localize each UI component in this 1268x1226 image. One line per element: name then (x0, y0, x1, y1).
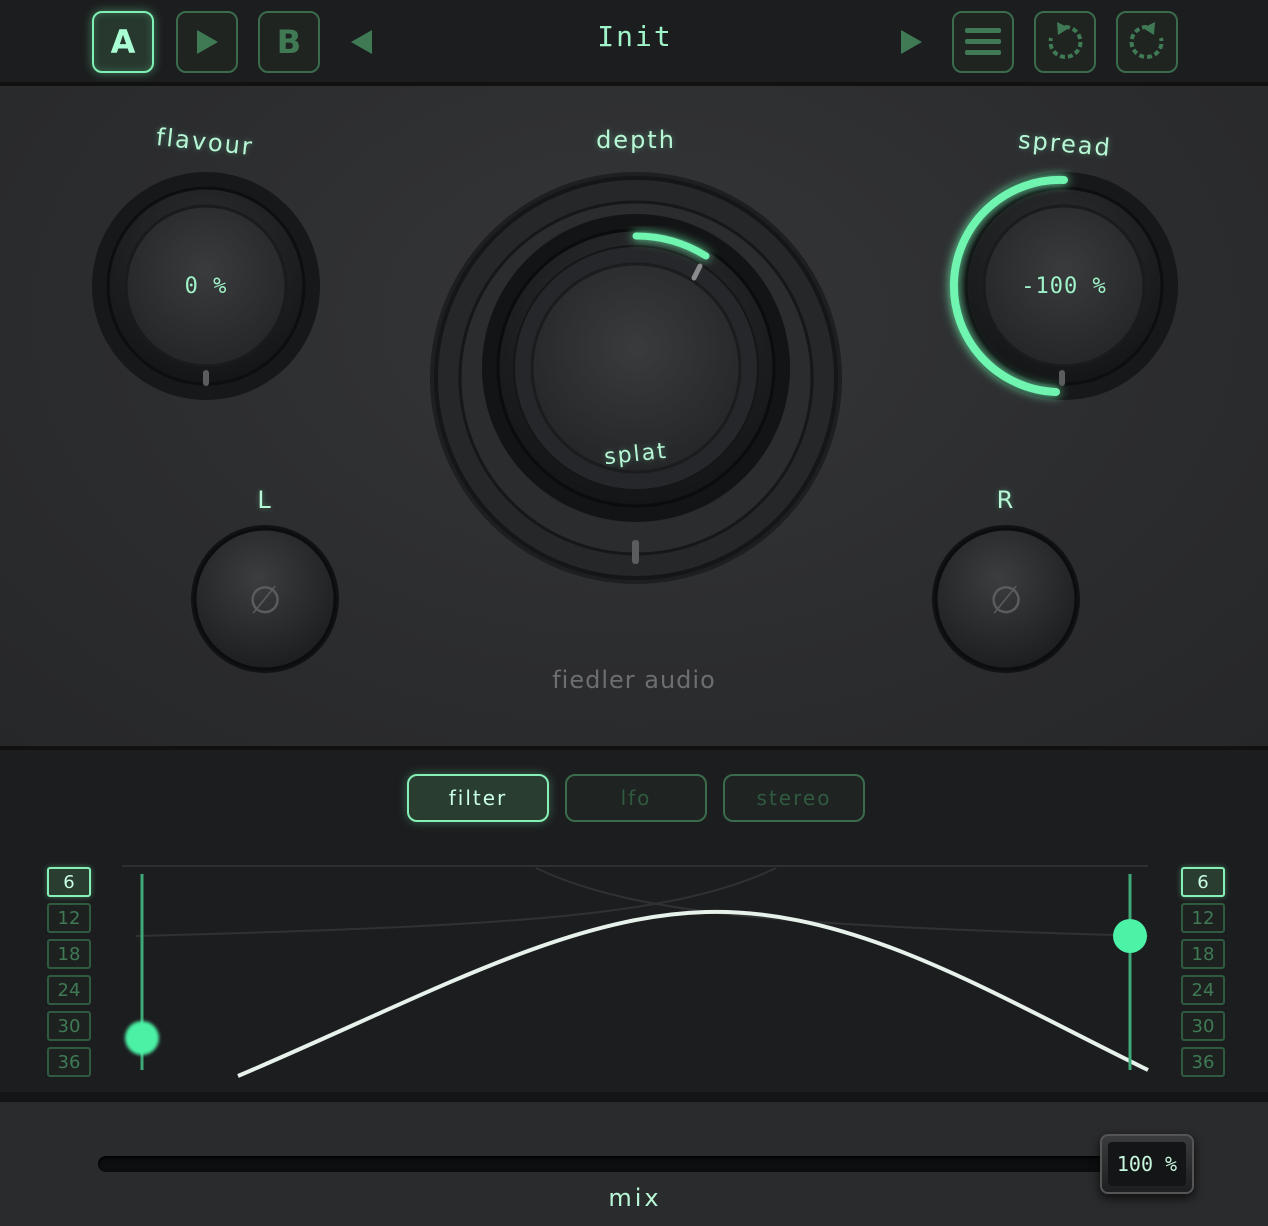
left-slope-24[interactable]: 24 (47, 975, 91, 1005)
left-slope-30[interactable]: 30 (47, 1011, 91, 1041)
tab-filter[interactable]: filter (407, 774, 549, 822)
left-channel-label: L (257, 486, 273, 514)
copy-a-to-b-button[interactable] (176, 11, 238, 73)
filter-curve-display[interactable] (96, 856, 1176, 1088)
slot-b-button[interactable]: B (258, 11, 320, 73)
phase-invert-icon-left: ∅ (248, 578, 282, 622)
redo-button[interactable] (1116, 11, 1178, 73)
right-slope-18[interactable]: 18 (1181, 939, 1225, 969)
top-bar: A B Init (0, 0, 1268, 86)
lowpass-slider-handle[interactable] (1113, 919, 1147, 953)
menu-button[interactable] (952, 11, 1014, 73)
knob-graphics (92, 172, 1178, 673)
phase-invert-icon-right: ∅ (989, 578, 1023, 622)
play-icon (197, 30, 218, 54)
tab-stereo[interactable]: stereo (723, 774, 865, 822)
mix-slider-track[interactable] (98, 1156, 1158, 1172)
left-slope-18[interactable]: 18 (47, 939, 91, 969)
depth-knob[interactable] (430, 172, 842, 584)
right-slope-12[interactable]: 12 (1181, 903, 1225, 933)
mix-label: mix (608, 1184, 662, 1212)
brand-logo: fiedler audio (552, 666, 716, 694)
right-slope-30[interactable]: 30 (1181, 1011, 1225, 1041)
mix-value: 100 % (1108, 1142, 1186, 1186)
prev-arrow-icon[interactable] (348, 28, 374, 56)
slot-a-button[interactable]: A (92, 11, 154, 73)
redo-icon (1129, 22, 1164, 59)
right-slope-24[interactable]: 24 (1181, 975, 1225, 1005)
highpass-ghost-curve (135, 867, 777, 937)
undo-icon (1048, 22, 1083, 59)
right-channel-label: R (996, 486, 1016, 514)
filter-response-curve (237, 909, 1149, 1078)
highpass-slider-handle[interactable] (125, 1021, 159, 1055)
next-arrow-icon[interactable] (898, 28, 924, 56)
depth-label: depth (596, 126, 676, 154)
spread-value: -100 % (1021, 274, 1107, 299)
menu-icon (965, 28, 1001, 55)
preset-name[interactable]: Init (460, 20, 810, 53)
undo-button[interactable] (1034, 11, 1096, 73)
lowpass-ghost-curve (535, 867, 1149, 937)
tab-lfo[interactable]: lfo (565, 774, 707, 822)
left-slope-36[interactable]: 36 (47, 1047, 91, 1077)
left-slope-6[interactable]: 6 (47, 867, 91, 897)
right-slope-36[interactable]: 36 (1181, 1047, 1225, 1077)
right-slope-6[interactable]: 6 (1181, 867, 1225, 897)
left-slope-12[interactable]: 12 (47, 903, 91, 933)
flavour-value: 0 % (184, 274, 228, 299)
